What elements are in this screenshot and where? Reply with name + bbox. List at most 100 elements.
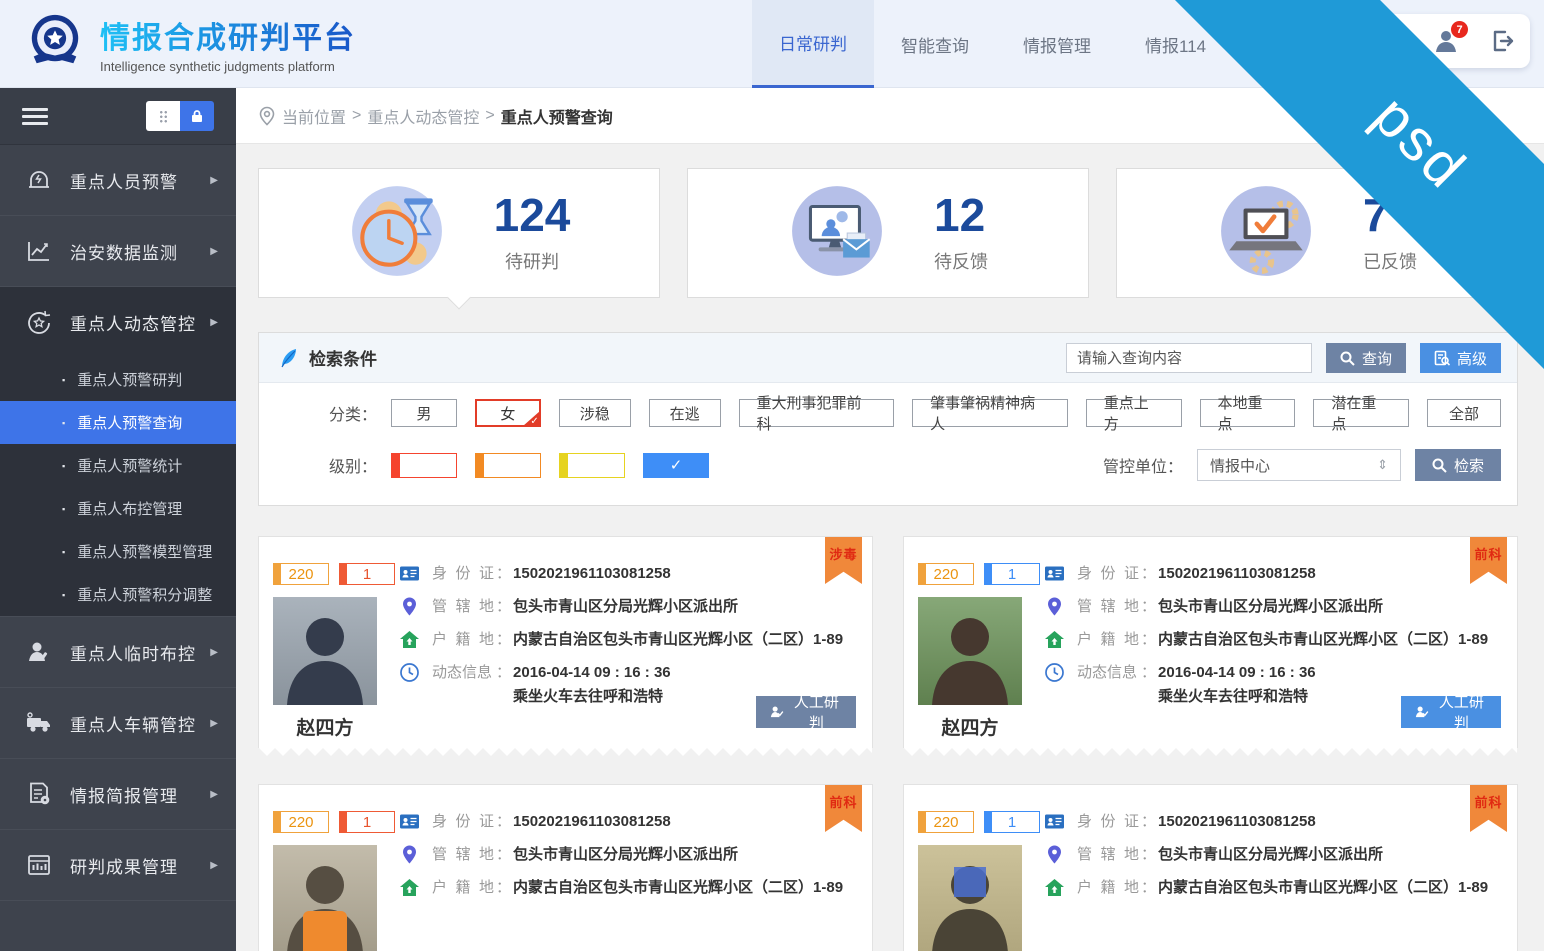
undo-icon[interactable] <box>1377 28 1403 54</box>
truck-icon <box>24 708 54 738</box>
stat-card-feedback-done[interactable]: 7 已反馈 <box>1116 168 1518 298</box>
field-label: 管辖地 <box>1077 844 1139 865</box>
category-female[interactable]: 女 ✓ <box>475 399 541 427</box>
jurisdiction-value: 包头市青山区分局光辉小区派出所 <box>513 596 738 617</box>
sidebar-pin-toggle[interactable] <box>146 101 214 131</box>
badge-group: 220 1 <box>918 811 1040 833</box>
id-card-icon <box>399 811 420 832</box>
nav-tab-smart-query[interactable]: 智能查询 <box>874 0 996 88</box>
map-pin-icon <box>1044 844 1065 865</box>
level-badge: 1 <box>339 811 395 833</box>
map-pin-icon <box>399 844 420 865</box>
orange-vest <box>303 911 347 951</box>
colon: ： <box>1141 563 1156 584</box>
user-notifications-icon[interactable]: 7 <box>1433 28 1459 54</box>
person-photo[interactable] <box>918 845 1022 951</box>
id-value: 1502021961103081258 <box>513 811 671 832</box>
sidebar-item-temporary-control[interactable]: 重点人临时布控 ▶ <box>0 617 236 688</box>
jurisdiction-row: 管辖地： 包头市青山区分局光辉小区派出所 <box>1044 844 1503 865</box>
category-local-key[interactable]: 本地重点 <box>1200 399 1296 427</box>
level-blue-checked[interactable]: ✓ <box>643 453 709 478</box>
nav-tab-daily-judgment[interactable]: 日常研判 <box>752 0 874 88</box>
activity-time: 2016-04-14 09 : 16 : 36 <box>1158 662 1316 683</box>
sidebar-subitem-model-management[interactable]: ▪ 重点人预警模型管理 <box>0 530 236 573</box>
sidebar-item-dynamic-control[interactable]: 重点人动态管控 ▶ <box>0 287 236 358</box>
person-card: 220 1 身份证： 1502021961103081258 <box>258 784 873 951</box>
breadcrumb-separator: > <box>352 107 361 125</box>
person-photo[interactable] <box>918 597 1022 705</box>
nav-tab-special-topic[interactable]: 专题研判 <box>1233 0 1355 88</box>
category-potential-key[interactable]: 潜在重点 <box>1313 399 1409 427</box>
sort-arrows-icon: ⇕ <box>1377 457 1388 473</box>
menu-toggle-icon[interactable] <box>22 104 48 129</box>
sidebar-top-bar <box>0 88 236 145</box>
score-badge: 220 <box>918 563 974 585</box>
sidebar-item-key-person-warning[interactable]: 重点人员预警 ▶ <box>0 145 236 216</box>
search-input[interactable] <box>1066 343 1312 373</box>
person-card: 220 1 赵四方 身份证： 1502021961103081258 管辖地： <box>258 536 873 748</box>
breadcrumb: 当前位置>重点人动态管控>重点人预警查询 <box>236 88 1544 144</box>
stat-value: 124 <box>494 192 571 238</box>
sidebar: 重点人员预警 ▶ 治安数据监测 ▶ 重点人动态管控 ▶ ▪ 重点人预警研判 <box>0 88 236 951</box>
sidebar-item-vehicle-control[interactable]: 重点人车辆管控 ▶ <box>0 688 236 759</box>
person-card: 220 1 赵四方 身份证： 1502021961103081258 管辖地： <box>903 536 1518 748</box>
category-mental-illness[interactable]: 肇事肇祸精神病人 <box>912 399 1068 427</box>
sidebar-item-label: 研判成果管理 <box>70 853 178 878</box>
person-photo[interactable] <box>273 597 377 705</box>
level-yellow[interactable] <box>559 453 625 478</box>
sidebar-subitem-warning-judgment[interactable]: ▪ 重点人预警研判 <box>0 358 236 401</box>
search-button[interactable]: 检索 <box>1415 449 1501 481</box>
activity-desc: 乘坐火车去往呼和浩特 <box>513 686 671 707</box>
search-panel-actions: 查询 高级 <box>1066 343 1501 373</box>
category-key-upper[interactable]: 重点上方 <box>1086 399 1182 427</box>
level-orange[interactable] <box>475 453 541 478</box>
nav-tab-intel-114[interactable]: 情报114 <box>1118 0 1233 88</box>
chevron-right-icon: ▶ <box>210 647 218 658</box>
colon: ： <box>1141 596 1156 617</box>
line-chart-icon <box>24 236 54 266</box>
chevron-right-icon: ▶ <box>210 860 218 871</box>
sidebar-subitem-warning-query[interactable]: ▪ 重点人预警查询 <box>0 401 236 444</box>
nav-tab-intel-management[interactable]: 情报管理 <box>996 0 1118 88</box>
sidebar-item-results-management[interactable]: 研判成果管理 ▶ <box>0 830 236 901</box>
breadcrumb-prefix: 当前位置 <box>282 104 346 128</box>
level-red[interactable] <box>391 453 457 478</box>
score-badge: 220 <box>273 811 329 833</box>
field-label: 动态信息 <box>1077 662 1139 683</box>
sidebar-subitem-control-management[interactable]: ▪ 重点人布控管理 <box>0 487 236 530</box>
sidebar-item-label: 情报简报管理 <box>70 782 178 807</box>
query-button[interactable]: 查询 <box>1326 343 1406 373</box>
advanced-button[interactable]: 高级 <box>1420 343 1501 373</box>
sidebar-subitem-score-adjust[interactable]: ▪ 重点人预警积分调整 <box>0 573 236 616</box>
home-icon <box>1044 629 1065 650</box>
manual-judgment-button[interactable]: 人工研判 <box>756 696 856 728</box>
jurisdiction-row: 管辖地： 包头市青山区分局光辉小区派出所 <box>399 596 858 617</box>
field-label: 身份证 <box>1077 563 1139 584</box>
person-name: 赵四方 <box>918 713 1022 740</box>
sidebar-item-briefing-management[interactable]: 情报简报管理 ▶ <box>0 759 236 830</box>
stat-card-pending-judgment[interactable]: 124 待研判 <box>258 168 660 298</box>
sidebar-subitem-warning-statistics[interactable]: ▪ 重点人预警统计 <box>0 444 236 487</box>
manual-judgment-label: 人工研判 <box>791 691 842 733</box>
check-icon: ✓ <box>670 456 683 474</box>
person-photo[interactable] <box>273 845 377 951</box>
logout-icon[interactable] <box>1489 28 1515 54</box>
category-stability[interactable]: 涉稳 <box>559 399 631 427</box>
breadcrumb-level1[interactable]: 重点人动态管控 <box>367 104 479 128</box>
category-fugitive[interactable]: 在逃 <box>649 399 721 427</box>
stat-card-pending-feedback[interactable]: 12 待反馈 <box>687 168 1089 298</box>
sidebar-item-security-data-monitor[interactable]: 治安数据监测 ▶ <box>0 216 236 287</box>
unit-select[interactable]: 情报中心 ⇕ <box>1197 449 1401 481</box>
residence-row: 户籍地： 内蒙古自治区包头市青山区光辉小区（二区）1-89 <box>1044 629 1503 650</box>
residence-value: 内蒙古自治区包头市青山区光辉小区（二区）1-89 <box>1158 877 1488 898</box>
manual-judgment-button[interactable]: 人工研判 <box>1401 696 1501 728</box>
chevron-right-icon: ▶ <box>210 175 218 186</box>
zigzag-edge <box>259 748 872 756</box>
category-major-crime[interactable]: 重大刑事犯罪前科 <box>739 399 895 427</box>
id-value: 1502021961103081258 <box>1158 563 1316 584</box>
refresh-star-icon <box>24 308 54 338</box>
stat-text: 12 待反馈 <box>934 192 988 274</box>
category-all[interactable]: 全部 <box>1427 399 1501 427</box>
category-male[interactable]: 男 <box>391 399 457 427</box>
stat-label: 待反馈 <box>934 248 988 274</box>
